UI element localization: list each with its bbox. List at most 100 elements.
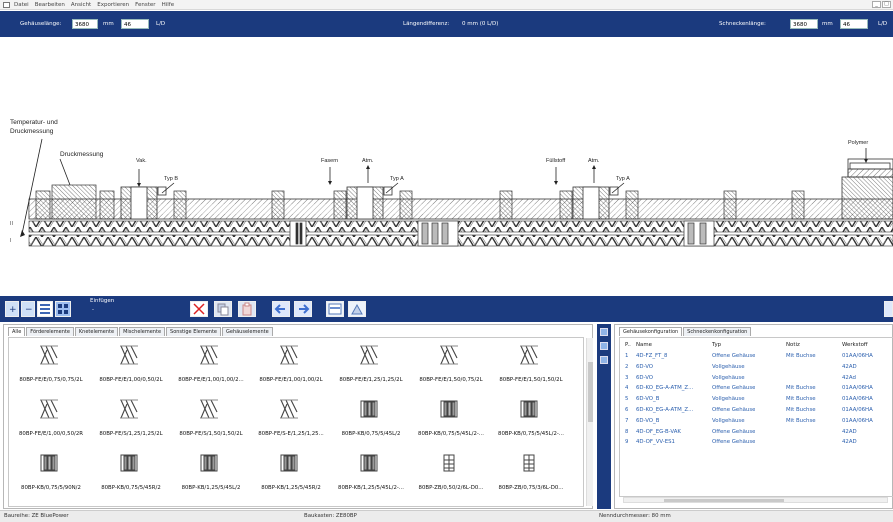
cell-notiz: Mit Buchse: [786, 385, 816, 392]
panel-side-buttons: [597, 324, 611, 509]
library-item[interactable]: 80BP-KB/0,75/5/45L/2: [331, 394, 407, 444]
annotation-typb: Typ B: [164, 176, 178, 182]
library-item[interactable]: 80BP-FE/E/1,00/0,50/2R: [11, 394, 87, 444]
library-item-label: 80BP-FE/E/1,00/1,00/2...: [178, 377, 244, 383]
column-header-p[interactable]: P..: [625, 340, 631, 350]
status-nenndurchmesser: Nenndurchmesser: 80 mm: [599, 513, 671, 519]
tab-foerderelemente[interactable]: Förderelemente: [26, 327, 74, 336]
cell-notiz: Mit Buchse: [786, 396, 816, 403]
column-header-notiz[interactable]: Notiz: [786, 340, 800, 350]
configuration-panel: Gehäusekonfiguration Schneckenkonfigurat…: [614, 324, 893, 509]
menu-bearbeiten[interactable]: Bearbeiten: [35, 2, 65, 8]
configuration-icon[interactable]: [326, 301, 344, 317]
collapse-right-icon[interactable]: [600, 356, 608, 364]
list-view-icon[interactable]: [37, 301, 53, 317]
gehause-length-mm-input[interactable]: 3680: [72, 19, 98, 29]
cell-typ: Vollgehäuse: [712, 417, 745, 424]
library-item[interactable]: 80BP-KB/1,25/5/45R/2: [251, 448, 327, 498]
tab-mischelemente[interactable]: Mischelemente: [119, 327, 166, 336]
library-item[interactable]: 80BP-FE/E/1,00/1,00/2...: [171, 340, 247, 390]
tab-sonstige-elemente[interactable]: Sonstige Elemente: [166, 327, 221, 336]
cell-name: 4D-OF_VV-ES1: [636, 439, 675, 446]
annotation-leaders: [21, 138, 867, 235]
cell-name: 6D-VO: [636, 374, 654, 381]
column-header-typ[interactable]: Typ: [712, 340, 721, 350]
table-row[interactable]: 1 4D-FZ_FT_8 Offene Gehäuse Mit Buchse 01AA/…: [620, 351, 893, 361]
library-item[interactable]: 80BP-KB/0,75/5/45L/2-...: [491, 394, 567, 444]
move-right-icon[interactable]: [294, 301, 312, 317]
window-controls: _ □: [871, 1, 891, 8]
library-item[interactable]: 80BP-FE/E/1,50/0,75/2L: [411, 340, 487, 390]
paste-icon[interactable]: [238, 301, 256, 317]
element-grid-scrollbar[interactable]: [586, 338, 593, 506]
library-item[interactable]: 80BP-FE/E/1,25/1,25/2L: [331, 340, 407, 390]
table-row[interactable]: 2 6D-VO Vollgehäuse 42AD: [620, 362, 893, 372]
library-item[interactable]: 80BP-KB/0,75/5/45R/2: [91, 448, 167, 498]
toolbar-overflow-icon[interactable]: [884, 301, 893, 317]
menu-hilfe[interactable]: Hilfe: [162, 2, 175, 8]
library-item[interactable]: 80BP-ZB/0,50/2/6L-D0...: [411, 448, 487, 498]
screw-length-ld-input[interactable]: 46: [840, 19, 868, 29]
collapse-left-icon[interactable]: [600, 328, 608, 336]
library-item[interactable]: 80BP-KB/1,25/5/45L/2-...: [331, 448, 407, 498]
library-item-label: 80BP-FE/E/1,00/0,50/2L: [99, 377, 163, 383]
library-item[interactable]: 80BP-FE/E/1,50/1,50/2L: [491, 340, 567, 390]
library-item[interactable]: 80BP-FE/E/1,00/0,50/2L: [91, 340, 167, 390]
delete-icon[interactable]: [190, 301, 208, 317]
menu-datei[interactable]: Datei: [14, 2, 29, 8]
scrollbar-thumb[interactable]: [588, 362, 593, 422]
table-row[interactable]: 5 6D-VO_B Vollgehäuse Mit Buchse 01AA/06HA: [620, 394, 893, 404]
copy-icon[interactable]: [214, 301, 232, 317]
table-row[interactable]: 7 6D-VO_B Vollgehäuse Mit Buchse 01AA/06HA: [620, 416, 893, 426]
table-row[interactable]: 4 6D-KO_EG-A-ATM_Z... Offene Gehäuse Mit Bu…: [620, 383, 893, 393]
library-item[interactable]: 80BP-KB/0,75/5/90N/2: [11, 448, 87, 498]
cell-name: 6D-VO_B: [636, 417, 660, 424]
menu-exportieren[interactable]: Exportieren: [97, 2, 129, 8]
screw-mm-unit: mm: [822, 21, 833, 27]
gehause-length-ld-input[interactable]: 46: [121, 19, 149, 29]
menu-ansicht[interactable]: Ansicht: [71, 2, 91, 8]
column-header-werkstoff[interactable]: Werkstoff: [842, 340, 868, 350]
library-item-label: 80BP-FE/E/1,50/0,75/2L: [419, 377, 483, 383]
library-item[interactable]: 80BP-FE/E/0,75/0,75/2L: [11, 340, 87, 390]
library-item[interactable]: 80BP-ZB/0,75/3/6L-D0...: [491, 448, 567, 498]
table-scrollbar[interactable]: [623, 497, 888, 503]
tab-gehaeusekonfiguration[interactable]: Gehäusekonfiguration: [619, 327, 683, 336]
cell-typ: Vollgehäuse: [712, 396, 745, 403]
library-item-label: 80BP-FE/S/1,50/1,50/2L: [179, 431, 243, 437]
tab-schneckenkonfiguration[interactable]: Schneckenkonfiguration: [683, 327, 752, 336]
cell-werkstoff: 42Ad: [842, 374, 856, 381]
table-row[interactable]: 9 4D-OF_VV-ES1 Offene Gehäuse 42AD: [620, 437, 893, 447]
menu-fenster[interactable]: Fenster: [135, 2, 155, 8]
table-header-row: P.. Name Typ Notiz Werkstoff: [620, 340, 893, 350]
library-item[interactable]: 80BP-KB/1,25/5/45L/2: [171, 448, 247, 498]
library-item-label: 80BP-ZB/0,75/3/6L-D0...: [498, 485, 564, 491]
move-left-icon[interactable]: [272, 301, 290, 317]
cell-werkstoff: 01AA/06HA: [842, 385, 873, 392]
remove-icon[interactable]: −: [21, 301, 35, 317]
library-item[interactable]: 80BP-FE/S/1,25/1,25/2L: [91, 394, 167, 444]
minimize-icon[interactable]: _: [872, 1, 881, 8]
add-icon[interactable]: +: [5, 301, 19, 317]
maximize-icon[interactable]: □: [882, 1, 891, 8]
column-header-name[interactable]: Name: [636, 340, 652, 350]
table-row[interactable]: 3 6D-VO Vollgehäuse 42Ad: [620, 373, 893, 383]
export-icon[interactable]: [348, 301, 366, 317]
extruder-drawing[interactable]: II I Temperatur- und Druckmessung Druckm…: [0, 37, 893, 295]
swap-panels-icon[interactable]: [600, 342, 608, 350]
grid-view-icon[interactable]: [55, 301, 71, 317]
table-scrollbar-thumb[interactable]: [664, 499, 784, 502]
table-row[interactable]: 6 6D-KO_EG-A-ATM_Z... Offene Gehäuse Mit Bu…: [620, 405, 893, 415]
cell-werkstoff: 01AA/06HA: [842, 407, 873, 413]
tab-knetelemente[interactable]: Knetelemente: [74, 327, 119, 336]
library-item[interactable]: 80BP-KB/0,75/5/45L/2-...: [411, 394, 487, 444]
tab-gehaeuselemente[interactable]: Gehäuselemente: [222, 327, 273, 336]
table-row[interactable]: 8 4D-OF_EG-B-VAK Offene Gehäuse 42AD: [620, 427, 893, 437]
insert-value[interactable]: -: [92, 307, 94, 313]
library-item[interactable]: 80BP-FE/E/1,00/1,00/2L: [251, 340, 327, 390]
screw-length-mm-input[interactable]: 3680: [790, 19, 818, 29]
tab-alle[interactable]: Alle: [8, 327, 26, 336]
library-item[interactable]: 80BP-FE/S-E/1,25/1,25...: [251, 394, 327, 444]
library-item-label: 80BP-FE/E/1,00/1,00/2L: [259, 377, 323, 383]
library-item[interactable]: 80BP-FE/S/1,50/1,50/2L: [171, 394, 247, 444]
